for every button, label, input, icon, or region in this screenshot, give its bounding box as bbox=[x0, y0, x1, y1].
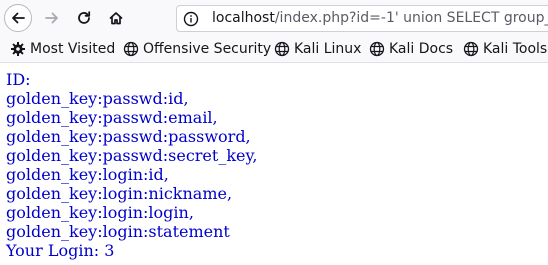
bookmark-label: Most Visited bbox=[30, 41, 116, 57]
globe-icon bbox=[274, 41, 290, 57]
login-count-line: Your Login: 3 bbox=[6, 241, 115, 260]
navigation-toolbar: localhost/index.php?id=-1' union SELECT … bbox=[0, 0, 548, 36]
reload-icon bbox=[78, 11, 91, 24]
content-line: golden_key:login:id, bbox=[6, 165, 169, 184]
bookmarks-toolbar: Most Visited Offensive Security Kali Lin… bbox=[0, 36, 548, 63]
bookmark-most-visited[interactable]: Most Visited bbox=[10, 39, 115, 59]
forward-arrow-icon bbox=[45, 12, 58, 24]
globe-icon bbox=[123, 41, 139, 57]
content-line: golden_key:login:nickname, bbox=[6, 184, 233, 203]
content-line: golden_key:passwd:id, bbox=[6, 89, 189, 108]
forward-button[interactable] bbox=[38, 4, 66, 32]
globe-icon bbox=[369, 41, 385, 57]
reload-button[interactable] bbox=[70, 4, 98, 32]
bookmark-offensive-security[interactable]: Offensive Security bbox=[123, 39, 271, 59]
content-line: golden_key:passwd:secret_key, bbox=[6, 146, 258, 165]
bookmark-label: Offensive Security bbox=[143, 41, 272, 57]
url-host: localhost bbox=[212, 10, 275, 26]
content-line: golden_key:login:statement bbox=[6, 222, 230, 241]
bookmark-label: Kali Docs bbox=[389, 41, 454, 57]
home-button[interactable] bbox=[102, 4, 130, 32]
gear-icon bbox=[11, 42, 25, 56]
back-arrow-icon bbox=[12, 12, 25, 24]
page-content: ID: golden_key:passwd:id, golden_key:pas… bbox=[6, 70, 546, 260]
site-info-icon[interactable] bbox=[183, 11, 199, 27]
url-path: /index.php?id=-1' union SELECT group_con… bbox=[274, 10, 548, 26]
bookmark-label: Kali Linux bbox=[294, 41, 362, 57]
content-line: golden_key:login:login, bbox=[6, 203, 194, 222]
bookmark-kali-docs[interactable]: Kali Docs bbox=[369, 39, 453, 59]
content-line-id: ID: bbox=[6, 70, 31, 89]
browser-window: localhost/index.php?id=-1' union SELECT … bbox=[0, 0, 548, 265]
content-line: golden_key:passwd:password, bbox=[6, 127, 251, 146]
url-text[interactable]: localhost/index.php?id=-1' union SELECT … bbox=[212, 10, 548, 26]
bookmark-label: Kali Tools bbox=[483, 41, 548, 57]
back-button[interactable] bbox=[4, 4, 32, 32]
address-bar[interactable]: localhost/index.php?id=-1' union SELECT … bbox=[176, 5, 548, 32]
home-icon bbox=[109, 12, 123, 25]
bookmark-kali-linux[interactable]: Kali Linux bbox=[274, 39, 361, 59]
content-line: golden_key:passwd:email, bbox=[6, 108, 218, 127]
globe-icon bbox=[463, 41, 479, 57]
bookmark-kali-tools[interactable]: Kali Tools bbox=[463, 39, 547, 59]
